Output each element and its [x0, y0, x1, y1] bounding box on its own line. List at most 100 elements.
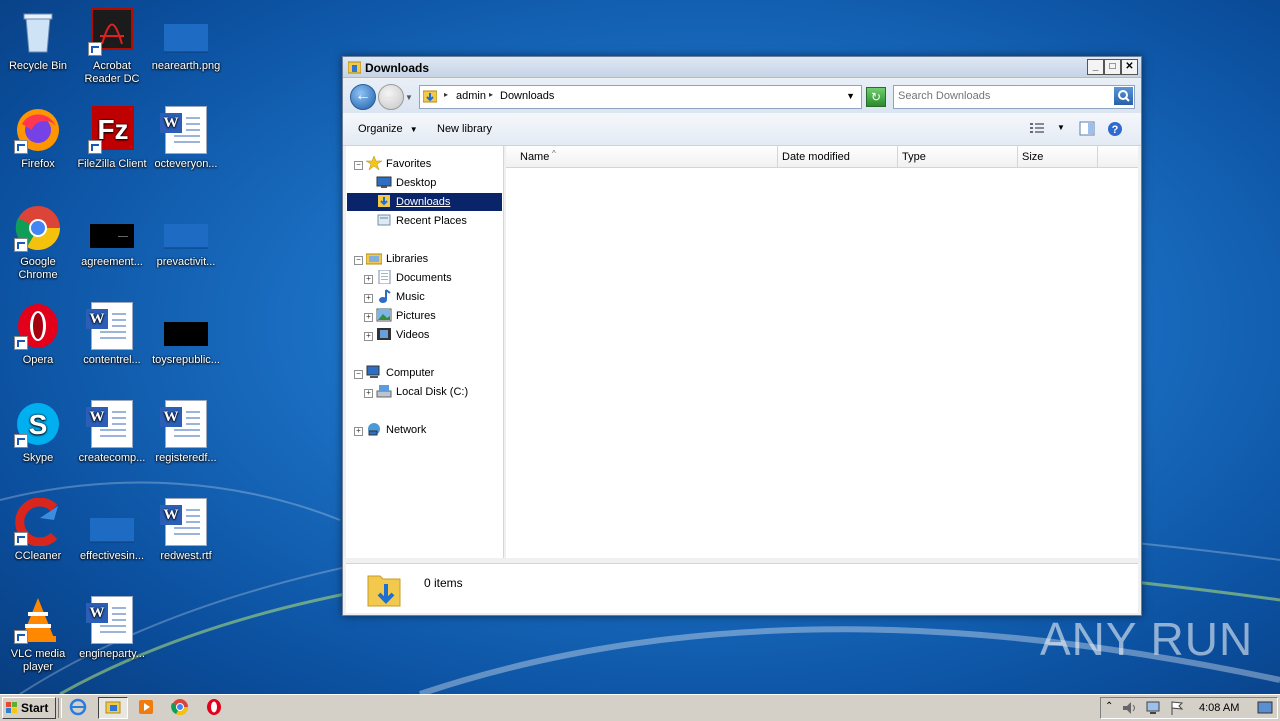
- show-desktop-icon[interactable]: [1257, 701, 1273, 715]
- back-button[interactable]: ←: [350, 84, 376, 110]
- close-button[interactable]: ✕: [1121, 59, 1138, 75]
- desktop-icon-ccleaner[interactable]: CCleaner: [0, 497, 76, 563]
- breadcrumb-separator-icon[interactable]: ▸: [444, 90, 448, 99]
- desktop-icon-filezilla[interactable]: Fz FileZilla Client: [74, 106, 150, 171]
- breadcrumb-downloads[interactable]: Downloads: [500, 90, 554, 102]
- help-icon[interactable]: ?: [1107, 121, 1123, 137]
- arrow-left-icon: ←: [355, 87, 371, 104]
- search-box[interactable]: [893, 85, 1135, 109]
- taskbar-ie-button[interactable]: [64, 697, 92, 717]
- computer-icon: [366, 365, 380, 378]
- collapse-toggle[interactable]: −: [354, 370, 363, 379]
- desktop-icon-label: toysrepublic...: [152, 354, 220, 366]
- expand-toggle[interactable]: +: [364, 275, 373, 284]
- nav-music[interactable]: Music: [396, 291, 425, 303]
- taskbar-opera-button[interactable]: [200, 697, 228, 717]
- nav-videos[interactable]: Videos: [396, 329, 429, 341]
- nav-desktop[interactable]: Desktop: [396, 177, 436, 189]
- expand-toggle[interactable]: +: [354, 427, 363, 436]
- expand-toggle[interactable]: +: [364, 313, 373, 322]
- column-header-name[interactable]: Name ^: [506, 146, 778, 168]
- desktop-icon-redwest[interactable]: W redwest.rtf: [148, 498, 224, 563]
- volume-icon[interactable]: [1121, 700, 1137, 716]
- desktop-icon-vlc[interactable]: VLC media player: [0, 596, 76, 674]
- breadcrumb-separator-icon[interactable]: ▸: [489, 90, 493, 99]
- expand-toggle[interactable]: +: [364, 389, 373, 398]
- desktop-icon-skype[interactable]: S Skype: [0, 400, 76, 465]
- svg-text:S: S: [29, 409, 48, 440]
- recycle-bin-icon: [23, 13, 53, 53]
- history-dropdown-icon[interactable]: ▼: [405, 93, 413, 102]
- desktop-icon-label: engineparty...: [79, 648, 145, 660]
- column-type-label: Type: [902, 151, 926, 163]
- desktop-icon-contentrel[interactable]: W contentrel...: [74, 302, 150, 367]
- word-document-icon: W: [86, 302, 133, 350]
- breadcrumb[interactable]: ▸ admin ▸ Downloads ▼: [419, 85, 862, 109]
- desktop-icon-acrobat[interactable]: Acrobat Reader DC: [74, 8, 150, 86]
- search-button[interactable]: [1114, 87, 1133, 105]
- chevron-down-icon[interactable]: ▼: [846, 91, 855, 101]
- desktop-icon-recycle-bin[interactable]: Recycle Bin: [0, 8, 76, 73]
- show-hidden-icons-icon[interactable]: ⌃: [1105, 701, 1113, 712]
- desktop-icon-label: contentrel...: [83, 354, 141, 366]
- desktop-icon-agreement[interactable]: agreement...: [74, 204, 150, 269]
- address-bar-area: ← → ▼ ▸ admin ▸ Downloads ▼ ↻: [343, 79, 1141, 113]
- action-center-flag-icon[interactable]: [1169, 700, 1185, 716]
- nav-pictures[interactable]: Pictures: [396, 310, 436, 322]
- taskbar-media-player-button[interactable]: [132, 697, 160, 717]
- maximize-button[interactable]: □: [1104, 59, 1121, 75]
- nav-computer[interactable]: Computer: [386, 367, 434, 379]
- word-document-icon: W: [160, 498, 207, 546]
- taskbar-chrome-button[interactable]: [166, 697, 194, 717]
- preview-pane-icon[interactable]: [1079, 121, 1095, 136]
- column-header-date[interactable]: Date modified: [778, 146, 898, 168]
- windows-logo-icon: [6, 702, 17, 713]
- word-document-icon: W: [86, 400, 133, 448]
- desktop-icon-toysrepublic[interactable]: toysrepublic...: [148, 302, 224, 367]
- internet-explorer-icon: [69, 698, 87, 716]
- network-tray-icon[interactable]: [1145, 700, 1161, 716]
- nav-favorites[interactable]: Favorites: [386, 158, 431, 170]
- desktop-icon-effectivesin[interactable]: effectivesin...: [74, 498, 150, 563]
- clock[interactable]: 4:08 AM: [1199, 702, 1239, 714]
- column-header-type[interactable]: Type: [898, 146, 1018, 168]
- collapse-toggle[interactable]: −: [354, 256, 363, 265]
- nav-documents[interactable]: Documents: [396, 272, 452, 284]
- organize-button[interactable]: Organize ▼: [358, 123, 418, 135]
- nav-recent-places[interactable]: Recent Places: [396, 215, 467, 227]
- nav-downloads[interactable]: Downloads: [396, 196, 450, 208]
- column-header-size[interactable]: Size: [1018, 146, 1098, 168]
- breadcrumb-admin[interactable]: admin: [456, 90, 486, 102]
- refresh-button[interactable]: ↻: [866, 87, 886, 107]
- desktop-icon-prevactivit[interactable]: prevactivit...: [148, 204, 224, 269]
- view-options-icon[interactable]: [1029, 121, 1045, 135]
- nav-network[interactable]: Network: [386, 424, 426, 436]
- desktop-icon-opera[interactable]: Opera: [0, 302, 76, 367]
- search-input[interactable]: [898, 89, 1110, 103]
- nav-libraries[interactable]: Libraries: [386, 253, 428, 265]
- image-file-icon: [90, 224, 134, 248]
- file-list[interactable]: Name ^ Date modified Type Size: [506, 146, 1138, 558]
- expand-toggle[interactable]: +: [364, 294, 373, 303]
- desktop-icon-chrome[interactable]: Google Chrome: [0, 204, 76, 282]
- desktop-icon-nearearth[interactable]: nearearth.png: [148, 8, 224, 73]
- desktop-icon-label: Firefox: [21, 158, 55, 170]
- expand-toggle[interactable]: +: [364, 332, 373, 341]
- start-button[interactable]: Start: [2, 697, 56, 719]
- desktop-icon-label: Opera: [22, 354, 54, 366]
- minimize-button[interactable]: _: [1087, 59, 1104, 75]
- nav-local-disk[interactable]: Local Disk (C:): [396, 386, 468, 398]
- taskbar-explorer-button[interactable]: [98, 697, 128, 719]
- desktop-icon-engineparty[interactable]: W engineparty...: [74, 596, 150, 661]
- image-file-icon: [164, 322, 208, 346]
- desktop-icon-firefox[interactable]: Firefox: [0, 106, 76, 171]
- desktop-icon-octeveryon[interactable]: W octeveryon...: [148, 106, 224, 171]
- new-library-button[interactable]: New library: [437, 123, 492, 135]
- desktop-icon-createcomp[interactable]: W createcomp...: [74, 400, 150, 465]
- title-bar[interactable]: Downloads _ □ ✕: [343, 57, 1141, 78]
- view-dropdown-icon[interactable]: ▼: [1057, 123, 1065, 132]
- word-document-icon: W: [160, 106, 207, 154]
- collapse-toggle[interactable]: −: [354, 161, 363, 170]
- desktop-icon-registeredf[interactable]: W registeredf...: [148, 400, 224, 465]
- forward-button[interactable]: →: [378, 84, 404, 110]
